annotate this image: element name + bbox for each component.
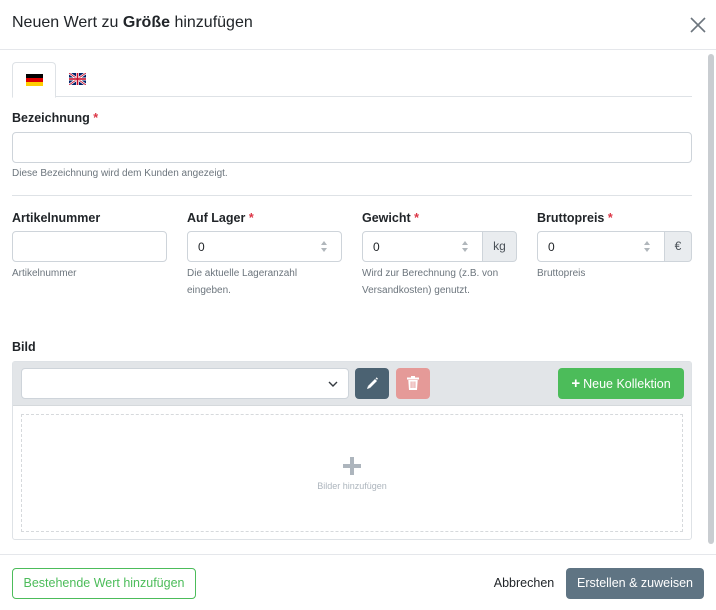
- create-and-assign-button[interactable]: Erstellen & zuweisen: [566, 568, 704, 599]
- artikelnummer-label: Artikelnummer: [12, 211, 101, 225]
- auf-lager-value: 0: [198, 240, 205, 254]
- gewicht-value: 0: [373, 240, 380, 254]
- auf-lager-input[interactable]: 0: [187, 231, 342, 262]
- gewicht-help: Wird zur Berechnung (z.B. von Versandkos…: [362, 268, 499, 296]
- cancel-button[interactable]: Abbrechen: [488, 568, 560, 599]
- trash-icon: [407, 376, 419, 390]
- image-panel: + Neue Kollektion Bilder hinzufügen: [12, 361, 692, 540]
- gewicht-input[interactable]: 0: [362, 231, 483, 262]
- auf-lager-label: Auf Lager *: [187, 211, 254, 225]
- auf-lager-help: Die aktuelle Lageranzahl eingeben.: [187, 268, 298, 296]
- artikelnummer-help: Artikelnummer: [12, 268, 77, 279]
- tab-language-en[interactable]: [56, 62, 100, 97]
- stepper-arrows-icon[interactable]: [460, 240, 470, 254]
- gewicht-label-text: Gewicht: [362, 211, 411, 225]
- stepper-arrows-icon[interactable]: [319, 240, 329, 254]
- dropzone-text: Bilder hinzufügen: [317, 481, 387, 491]
- stepper-arrows-icon[interactable]: [642, 240, 652, 254]
- bruttopreis-unit-addon: €: [665, 231, 692, 262]
- gewicht-label: Gewicht *: [362, 211, 419, 225]
- bezeichnung-label-text: Bezeichnung: [12, 111, 90, 125]
- chevron-down-icon: [328, 381, 338, 387]
- modal-header: Neuen Wert zu Größe hinzufügen: [0, 0, 716, 50]
- required-mark: *: [248, 211, 254, 225]
- plus-icon: [343, 457, 361, 475]
- modal-title: Neuen Wert zu Größe hinzufügen: [12, 14, 253, 32]
- required-mark: *: [607, 211, 613, 225]
- section-divider: [12, 195, 692, 196]
- required-mark: *: [93, 111, 99, 125]
- bezeichnung-label: Bezeichnung *: [12, 111, 98, 125]
- bruttopreis-input[interactable]: 0: [537, 231, 665, 262]
- close-button[interactable]: [686, 13, 710, 37]
- bezeichnung-input[interactable]: [12, 132, 692, 163]
- edit-collection-button[interactable]: [355, 368, 389, 399]
- bild-label: Bild: [12, 340, 36, 354]
- collection-select[interactable]: [21, 368, 349, 399]
- modal-footer: Bestehende Wert hinzufügen Abbrechen Ers…: [0, 554, 716, 610]
- pencil-icon: [367, 377, 378, 389]
- required-mark: *: [414, 211, 419, 225]
- new-collection-label: Neue Kollektion: [583, 377, 671, 391]
- bruttopreis-value: 0: [548, 240, 555, 254]
- bruttopreis-label-text: Bruttopreis: [537, 211, 605, 225]
- image-toolbar: + Neue Kollektion: [13, 362, 691, 406]
- germany-flag-icon: [26, 74, 43, 86]
- delete-collection-button[interactable]: [396, 368, 430, 399]
- close-icon: [690, 17, 706, 33]
- auf-lager-label-text: Auf Lager: [187, 211, 246, 225]
- language-tabs: [12, 62, 692, 98]
- tab-language-de[interactable]: [12, 62, 56, 98]
- bezeichnung-help: Diese Bezeichnung wird dem Kunden angeze…: [12, 168, 228, 179]
- bruttopreis-help: Bruttopreis: [537, 268, 586, 279]
- gewicht-unit-addon: kg: [483, 231, 517, 262]
- new-collection-button[interactable]: + Neue Kollektion: [558, 368, 684, 399]
- modal-title-suffix: hinzufügen: [170, 14, 253, 31]
- uk-flag-icon: [69, 73, 86, 85]
- bruttopreis-label: Bruttopreis *: [537, 211, 613, 225]
- modal-title-bold: Größe: [122, 14, 170, 31]
- modal-title-prefix: Neuen Wert zu: [12, 14, 123, 31]
- image-dropzone[interactable]: Bilder hinzufügen: [21, 414, 683, 532]
- add-existing-value-button[interactable]: Bestehende Wert hinzufügen: [12, 568, 196, 599]
- artikelnummer-input[interactable]: [12, 231, 167, 262]
- scrollbar[interactable]: [708, 54, 714, 544]
- plus-icon: +: [571, 375, 581, 392]
